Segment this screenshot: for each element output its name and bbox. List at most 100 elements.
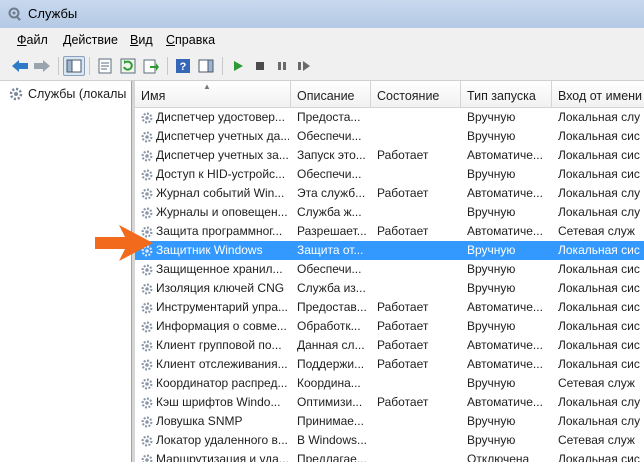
table-row[interactable]: Клиент групповой по... Данная сл... Работа… — [135, 336, 644, 355]
back-button[interactable] — [9, 56, 31, 76]
cell-startup-type: Вручную — [467, 319, 516, 333]
cell-status: Работает — [377, 224, 429, 238]
table-row[interactable]: Журналы и оповещен... Служба ж... Вручную Л… — [135, 203, 644, 222]
table-row[interactable]: Кэш шрифтов Windo... Оптимизи... Работает А… — [135, 393, 644, 412]
table-row[interactable]: Информация о совме... Обработк... Работает… — [135, 317, 644, 336]
table-row[interactable]: Изоляция ключей CNG Служба из... Вручную Ло… — [135, 279, 644, 298]
table-row[interactable]: Маршрутизация и уда... Предлагае... Отключ… — [135, 450, 644, 462]
table-row[interactable]: Диспетчер удостовер... Предоста... Вручную… — [135, 108, 644, 127]
menu-action[interactable]: Действие — [63, 33, 118, 47]
cell-status: Работает — [377, 319, 429, 333]
cell-startup-type: Вручную — [467, 414, 516, 428]
toolbar-separator — [89, 57, 90, 75]
refresh-button[interactable] — [117, 56, 139, 76]
service-gear-icon — [141, 302, 153, 314]
cell-startup-type: Вручную — [467, 129, 516, 143]
table-row[interactable]: Диспетчер учетных да... Обеспечи... Вручну… — [135, 127, 644, 146]
cell-description: Служба ж... — [297, 205, 362, 219]
show-hide-console-tree-button[interactable] — [63, 56, 85, 76]
column-header-startup-type[interactable]: Тип запуска — [461, 81, 552, 107]
service-gear-icon — [141, 397, 153, 409]
table-row[interactable]: Ловушка SNMP Принимае... Вручную Локальная … — [135, 412, 644, 431]
forward-button[interactable] — [31, 56, 53, 76]
cell-startup-type: Автоматиче... — [467, 395, 543, 409]
cell-startup-type: Вручную — [467, 243, 516, 257]
cell-name: Ловушка SNMP — [156, 414, 243, 428]
properties-button[interactable] — [94, 56, 116, 76]
cell-name: Информация о совме... — [156, 319, 287, 333]
services-list: Имя ▲ Описание Состояние Тип запуска Вхо… — [135, 81, 644, 462]
cell-name: Инструментарий упра... — [156, 300, 288, 314]
stop-icon — [256, 62, 264, 70]
export-list-button[interactable] — [140, 56, 162, 76]
column-header-log-on-as[interactable]: Вход от имени — [552, 81, 644, 107]
table-row[interactable]: Журнал событий Win... Эта служб... Работае… — [135, 184, 644, 203]
pause-service-button[interactable] — [271, 56, 293, 76]
cell-description: Поддержи... — [297, 357, 365, 371]
cell-description: Принимае... — [297, 414, 364, 428]
cell-startup-type: Отключена — [467, 452, 530, 462]
menu-view[interactable]: Вид — [130, 33, 153, 47]
cell-startup-type: Вручную — [467, 281, 516, 295]
cell-name: Маршрутизация и уда... — [156, 452, 289, 462]
cell-log-on-as: Локальная слу — [558, 414, 641, 428]
service-gear-icon — [141, 416, 153, 428]
cell-startup-type: Автоматиче... — [467, 300, 543, 314]
table-row[interactable]: Клиент отслеживания... Поддержи... Работае… — [135, 355, 644, 374]
column-header-description[interactable]: Описание — [291, 81, 371, 107]
cell-description: Предостав... — [297, 300, 367, 314]
cell-status: Работает — [377, 338, 429, 352]
restart-service-button[interactable] — [293, 56, 315, 76]
cell-name: Локатор удаленного в... — [156, 433, 288, 447]
toolbar: ? — [0, 52, 644, 81]
play-icon — [234, 61, 243, 71]
cell-status: Работает — [377, 300, 429, 314]
cell-description: Обработк... — [297, 319, 361, 333]
table-row[interactable]: Защитник Windows Защита от... Вручную Локал… — [135, 241, 644, 260]
cell-log-on-as: Локальная слу — [558, 110, 641, 124]
menu-bar: Файл Действие Вид Справка — [0, 28, 644, 53]
toolbar-separator — [167, 57, 168, 75]
tree-item-services-local[interactable]: Службы (локалы — [8, 86, 126, 102]
menu-help[interactable]: Справка — [166, 33, 215, 47]
table-row[interactable]: Защита программног... Разрешает... Работае… — [135, 222, 644, 241]
cell-log-on-as: Локальная сис — [558, 300, 640, 314]
column-header-status[interactable]: Состояние — [371, 81, 461, 107]
cell-log-on-as: Локальная сис — [558, 338, 640, 352]
table-row[interactable]: Защищенное хранил... Обеспечи... Вручную Ло… — [135, 260, 644, 279]
table-row[interactable]: Координатор распред... Координа... Вручную… — [135, 374, 644, 393]
show-action-pane-button[interactable] — [195, 56, 217, 76]
cell-name: Защитник Windows — [156, 243, 263, 257]
cell-log-on-as: Локальная сис — [558, 319, 640, 333]
table-row[interactable]: Инструментарий упра... Предостав... Работа… — [135, 298, 644, 317]
help-button[interactable]: ? — [172, 56, 194, 76]
service-gear-icon — [141, 207, 153, 219]
table-row[interactable]: Локатор удаленного в... В Windows... Вручн… — [135, 431, 644, 450]
cell-description: Данная сл... — [297, 338, 365, 352]
table-row[interactable]: Доступ к HID-устройс... Обеспечи... Вручну… — [135, 165, 644, 184]
cell-log-on-as: Локальная слу — [558, 186, 641, 200]
svg-text:?: ? — [180, 61, 187, 73]
table-row[interactable]: Диспетчер учетных за... Запуск это... Рабо… — [135, 146, 644, 165]
service-gear-icon — [141, 169, 153, 181]
stop-service-button[interactable] — [249, 56, 271, 76]
cell-name: Диспетчер учетных за... — [156, 148, 289, 162]
cell-description: Служба из... — [297, 281, 366, 295]
menu-file[interactable]: Файл — [17, 33, 48, 47]
action-pane-icon — [198, 59, 214, 73]
start-service-button[interactable] — [227, 56, 249, 76]
cell-name: Изоляция ключей CNG — [156, 281, 285, 295]
cell-description: Эта служб... — [297, 186, 366, 200]
cell-name: Кэш шрифтов Windo... — [156, 395, 281, 409]
column-header-name[interactable]: Имя ▲ — [135, 81, 291, 107]
properties-icon — [98, 58, 112, 74]
cell-startup-type: Вручную — [467, 433, 516, 447]
refresh-icon — [120, 58, 136, 74]
cell-log-on-as: Локальная сис — [558, 357, 640, 371]
window-title: Службы — [28, 6, 78, 21]
rows-container: Диспетчер удостовер... Предоста... Вручную… — [135, 108, 644, 462]
cell-log-on-as: Локальная сис — [558, 281, 640, 295]
cell-status: Работает — [377, 148, 429, 162]
cell-description: Разрешает... — [297, 224, 367, 238]
cell-name: Защищенное хранил... — [156, 262, 283, 276]
